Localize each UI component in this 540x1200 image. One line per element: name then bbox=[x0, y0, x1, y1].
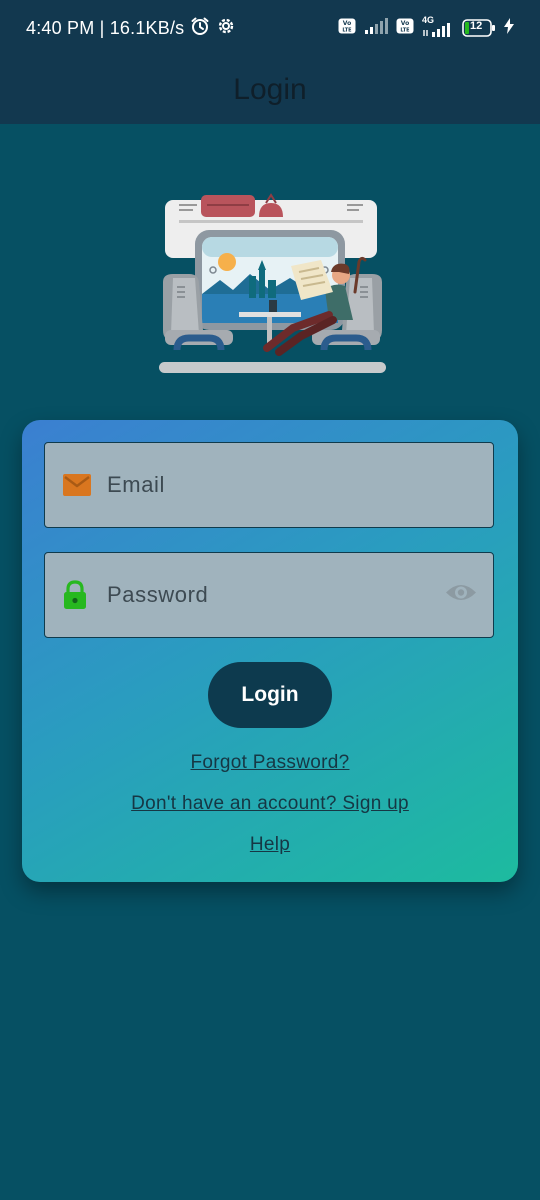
lock-icon bbox=[63, 580, 87, 610]
svg-text:LTE: LTE bbox=[342, 27, 352, 33]
forgot-password-link[interactable]: Forgot Password? bbox=[22, 752, 518, 774]
volte-badge-icon: Vo LTE bbox=[338, 18, 356, 39]
password-field-container[interactable] bbox=[44, 552, 494, 638]
lightning-icon bbox=[504, 17, 514, 39]
status-left: 4:40 PM | 16.1KB/s bbox=[26, 16, 236, 41]
app-bar: Login bbox=[0, 56, 540, 124]
login-card: Login Forgot Password? Don't have an acc… bbox=[22, 420, 518, 882]
volte-badge-icon-2: Vo LTE bbox=[396, 18, 414, 39]
signal-4g-icon: 4G bbox=[422, 15, 454, 38]
svg-text:Vo: Vo bbox=[343, 20, 351, 27]
gear-icon bbox=[216, 16, 236, 41]
signup-link[interactable]: Don't have an account? Sign up bbox=[22, 793, 518, 815]
battery-icon: 12 bbox=[462, 19, 496, 37]
envelope-icon bbox=[63, 474, 91, 496]
page-title: Login bbox=[233, 73, 307, 106]
status-bar: 4:40 PM | 16.1KB/s Vo LTE Vo LTE 4G 12 bbox=[0, 0, 540, 56]
status-right: Vo LTE Vo LTE 4G 12 bbox=[338, 15, 514, 39]
eye-icon[interactable] bbox=[445, 582, 477, 609]
svg-text:Vo: Vo bbox=[401, 20, 409, 27]
battery-level: 12 bbox=[470, 20, 483, 32]
email-input[interactable] bbox=[107, 443, 427, 527]
svg-text:LTE: LTE bbox=[400, 27, 410, 33]
status-time-speed: 4:40 PM | 16.1KB/s bbox=[26, 17, 185, 38]
help-link[interactable]: Help bbox=[22, 834, 518, 856]
login-button[interactable]: Login bbox=[208, 662, 332, 728]
alarm-clock-icon bbox=[190, 16, 210, 41]
signal-strength-icon bbox=[364, 17, 388, 39]
train-passenger-illustration bbox=[155, 190, 390, 380]
email-field-container[interactable] bbox=[44, 442, 494, 528]
password-input[interactable] bbox=[107, 553, 427, 637]
